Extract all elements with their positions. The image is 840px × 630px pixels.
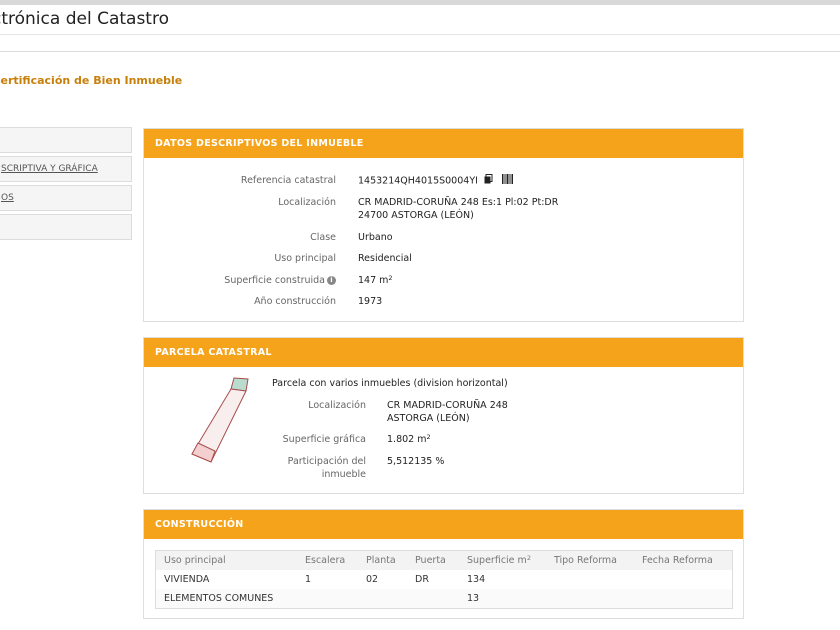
col-superficie-exponent: 2	[526, 554, 531, 562]
superficie-grafica-exponent: 2	[426, 433, 431, 441]
parcela-localizacion-line-2: ASTORGA (LEÓN)	[387, 413, 470, 424]
col-superficie: Superficie m2	[467, 551, 531, 570]
superficie-construida-label: Superficie construida	[224, 275, 325, 286]
superficie-grafica-label: Superficie gráfica	[282, 434, 366, 445]
copy-icon[interactable]	[484, 174, 493, 188]
cell-superficie: 134	[467, 574, 486, 585]
referencia-label: Referencia catastral	[240, 175, 336, 186]
side-menu-item-4[interactable]	[0, 214, 132, 240]
superficie-construida-value: 147 m	[358, 275, 389, 286]
table-row: ELEMENTOS COMUNES 13	[156, 589, 732, 608]
participacion-label-line-2: inmueble	[321, 469, 366, 480]
parcela-localizacion-value: CR MADRID-CORUÑA 248 ASTORGA (LEÓN)	[387, 399, 508, 425]
info-icon[interactable]: i	[327, 276, 336, 285]
col-fecha-reforma: Fecha Reforma	[642, 555, 713, 566]
superficie-grafica-value-row: 1.802 m2	[387, 433, 431, 446]
anio-construccion-label: Año construcción	[254, 296, 336, 307]
participacion-value: 5,512135 %	[387, 456, 445, 467]
browser-top-bar	[0, 0, 840, 5]
cell-planta: 02	[366, 574, 379, 585]
construccion-header: CONSTRUCCIÓN	[144, 510, 743, 539]
side-menu-item-3[interactable]: OS	[0, 185, 132, 211]
cell-escalera: 1	[305, 574, 312, 585]
parcela-description: Parcela con varios inmuebles (division h…	[272, 378, 508, 389]
anio-construccion-value: 1973	[358, 296, 383, 307]
datos-descriptivos-header: DATOS DESCRIPTIVOS DEL INMUEBLE	[144, 129, 743, 158]
participacion-label-line-1: Participación del	[287, 456, 366, 467]
localizacion-value: CR MADRID-CORUÑA 248 Es:1 Pl:02 Pt:DR 24…	[358, 196, 558, 222]
superficie-grafica-value: 1.802 m	[387, 434, 427, 445]
localizacion-line-1: CR MADRID-CORUÑA 248 Es:1 Pl:02 Pt:DR	[358, 197, 559, 208]
parcel-map-thumbnail[interactable]	[188, 374, 254, 466]
cell-uso: VIVIENDA	[164, 574, 210, 585]
superficie-unit-exponent: 2	[388, 274, 393, 282]
parcela-catastral-panel: PARCELA CATASTRAL Parcela con varios inm…	[143, 337, 744, 494]
col-uso-principal: Uso principal	[164, 555, 226, 566]
cell-uso: ELEMENTOS COMUNES	[164, 593, 274, 604]
parcela-localizacion-line-1: CR MADRID-CORUÑA 248	[387, 400, 508, 411]
col-puerta: Puerta	[415, 555, 446, 566]
side-menu: SCRIPTIVA Y GRÁFICA OS	[0, 127, 132, 243]
table-row: VIVIENDA 1 02 DR 134	[156, 570, 732, 589]
col-tipo-reforma: Tipo Reforma	[554, 555, 618, 566]
referencia-value-row: 1453214QH4015S0004YI	[358, 174, 513, 188]
parcela-localizacion-label: Localización	[308, 400, 366, 411]
side-menu-item-descriptiva-grafica[interactable]: SCRIPTIVA Y GRÁFICA	[0, 156, 132, 182]
table-header-row: Uso principal Escalera Planta Puerta Sup…	[156, 551, 732, 570]
parcela-catastral-header: PARCELA CATASTRAL	[144, 338, 743, 367]
col-superficie-label: Superficie m	[467, 555, 527, 566]
construccion-panel: CONSTRUCCIÓN Uso principal Escalera Plan…	[143, 509, 744, 619]
cell-puerta: DR	[415, 574, 429, 585]
localizacion-label: Localización	[278, 197, 336, 208]
superficie-construida-label-row: Superficie construida i	[204, 274, 336, 287]
site-title: ctrónica del Catastro	[0, 9, 169, 29]
uso-principal-value: Residencial	[358, 253, 412, 264]
cell-superficie: 13	[467, 593, 480, 604]
superficie-construida-value-row: 147 m2	[358, 274, 393, 287]
barcode-icon[interactable]	[501, 174, 513, 188]
page-subtitle: certificación de Bien Inmueble	[0, 74, 183, 87]
referencia-value: 1453214QH4015S0004YI	[358, 175, 478, 187]
clase-label: Clase	[310, 232, 336, 243]
participacion-label: Participación del inmueble	[266, 455, 366, 481]
clase-value: Urbano	[358, 232, 393, 243]
localizacion-line-2: 24700 ASTORGA (LEÓN)	[358, 210, 474, 221]
datos-descriptivos-panel: DATOS DESCRIPTIVOS DEL INMUEBLE Referenc…	[143, 128, 744, 322]
header-divider-bottom	[0, 51, 840, 52]
header-divider	[0, 34, 840, 35]
side-menu-item-1[interactable]	[0, 127, 132, 153]
construccion-table: Uso principal Escalera Planta Puerta Sup…	[155, 550, 733, 609]
col-planta: Planta	[366, 555, 396, 566]
col-escalera: Escalera	[305, 555, 346, 566]
uso-principal-label: Uso principal	[274, 253, 336, 264]
